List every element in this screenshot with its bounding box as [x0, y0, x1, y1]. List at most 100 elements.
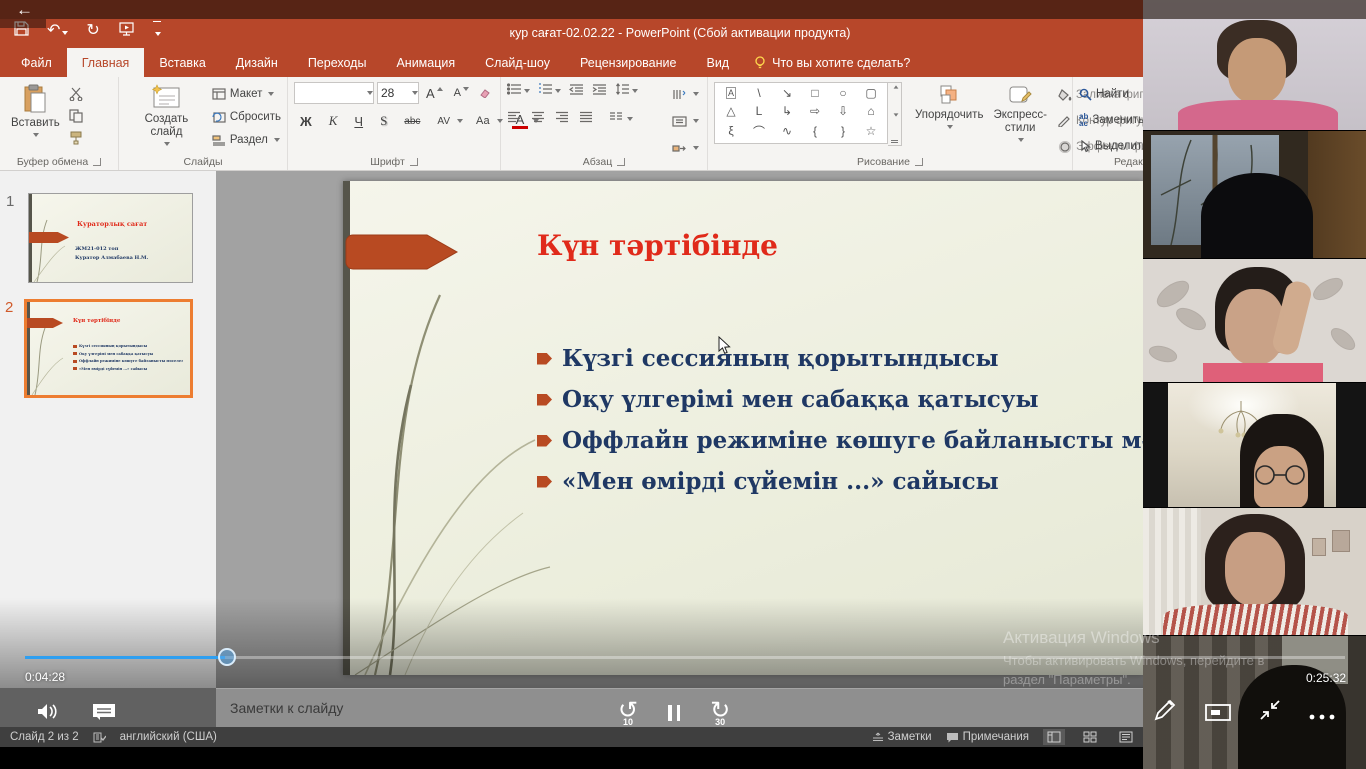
- tab-transitions[interactable]: Переходы: [293, 48, 382, 77]
- align-text-button[interactable]: [672, 110, 699, 132]
- notes-toggle-button[interactable]: Заметки: [872, 731, 932, 743]
- section-button[interactable]: Раздел: [212, 129, 281, 151]
- underline-button[interactable]: Ч: [350, 113, 367, 130]
- bold-button[interactable]: Ж: [296, 113, 316, 130]
- columns-button[interactable]: [609, 110, 623, 128]
- paragraph-dialog-launcher[interactable]: [617, 158, 625, 166]
- undo-button[interactable]: ↶: [47, 21, 68, 41]
- participant-video-2[interactable]: [1143, 130, 1366, 259]
- reset-button[interactable]: Сбросить: [212, 106, 281, 128]
- shapes-gallery[interactable]: A \ ↘ □ ○ ▢ △ L ↳ ⇨ ⇩ ⌂ ξ ⌒ ∿: [714, 82, 888, 144]
- participant-video-3[interactable]: [1143, 258, 1366, 383]
- shape-icon[interactable]: ⇨: [810, 104, 820, 118]
- change-case-button[interactable]: Аа: [472, 114, 494, 128]
- format-painter-button[interactable]: [65, 128, 87, 148]
- font-size-combo[interactable]: [377, 82, 419, 104]
- captions-icon[interactable]: [92, 703, 116, 726]
- quick-styles-button[interactable]: Экспресс-стили: [988, 82, 1052, 158]
- tab-review[interactable]: Рецензирование: [565, 48, 692, 77]
- font-size-input[interactable]: [378, 86, 410, 100]
- text-direction-button[interactable]: [672, 83, 699, 105]
- shape-icon[interactable]: L: [756, 104, 763, 118]
- shape-icon[interactable]: □: [811, 86, 818, 100]
- shape-icon[interactable]: ○: [839, 86, 846, 100]
- shape-icon[interactable]: A: [726, 87, 736, 99]
- layout-button[interactable]: Макет: [212, 83, 281, 105]
- grow-font-button[interactable]: А: [422, 85, 447, 102]
- participant-video-4[interactable]: [1143, 382, 1366, 508]
- new-slide-button[interactable]: Создать слайд: [125, 82, 208, 151]
- shape-icon[interactable]: ▢: [865, 86, 876, 100]
- align-left-button[interactable]: [507, 110, 521, 128]
- tab-animations[interactable]: Анимация: [381, 48, 470, 77]
- shape-icon[interactable]: ↳: [782, 104, 792, 118]
- back-icon[interactable]: ←: [16, 0, 33, 20]
- numbering-button[interactable]: [538, 82, 553, 100]
- spellcheck-icon[interactable]: [93, 731, 106, 743]
- customize-qat-button[interactable]: [153, 21, 161, 41]
- rewind-10-button[interactable]: ↺10: [618, 700, 638, 722]
- italic-button[interactable]: К: [325, 112, 342, 130]
- paste-button[interactable]: Вставить: [6, 82, 65, 148]
- shape-icon[interactable]: ☆: [866, 124, 877, 138]
- shrink-font-button[interactable]: А: [450, 86, 473, 100]
- bullets-button[interactable]: [507, 82, 522, 100]
- find-button[interactable]: Найти: [1079, 83, 1143, 105]
- participant-video-1[interactable]: [1143, 0, 1366, 130]
- redo-button[interactable]: ↻: [86, 21, 99, 41]
- character-spacing-button[interactable]: AV: [433, 115, 454, 128]
- language-indicator[interactable]: английский (США): [120, 731, 217, 743]
- normal-view-button[interactable]: [1043, 729, 1065, 745]
- drawing-dialog-launcher[interactable]: [915, 158, 923, 166]
- align-center-button[interactable]: [531, 110, 545, 128]
- slide1-thumbnail[interactable]: Кураторлық сағат ЖМ21-012 топ Куратор Ал…: [28, 193, 193, 283]
- select-button[interactable]: Выделить: [1079, 135, 1143, 157]
- align-right-button[interactable]: [555, 110, 569, 128]
- reading-view-button[interactable]: [1115, 729, 1137, 745]
- tell-me-box[interactable]: Что вы хотите сделать?: [744, 48, 920, 77]
- shape-icon[interactable]: ∿: [782, 124, 792, 138]
- participant-video-5[interactable]: [1143, 507, 1366, 636]
- shape-icon[interactable]: ⌒: [753, 123, 765, 140]
- decrease-indent-button[interactable]: [569, 82, 584, 100]
- line-spacing-button[interactable]: [615, 82, 630, 100]
- shape-icon[interactable]: \: [757, 86, 760, 100]
- font-dialog-launcher[interactable]: [410, 158, 418, 166]
- shape-icon[interactable]: ⌂: [867, 104, 874, 118]
- slide-sorter-view-button[interactable]: [1079, 729, 1101, 745]
- copy-button[interactable]: [65, 106, 87, 126]
- comments-toggle-button[interactable]: Примечания: [946, 731, 1029, 743]
- shape-icon[interactable]: △: [726, 104, 735, 118]
- current-slide[interactable]: Күн тәртібінде Күзгі сессияның қорытынды…: [343, 181, 1143, 675]
- cut-button[interactable]: [65, 84, 87, 104]
- slide2-thumbnail[interactable]: Күн тәртібінде Күзгі сессияның қорытынды…: [24, 299, 193, 398]
- clear-formatting-button[interactable]: [476, 88, 494, 99]
- replace-button[interactable]: abac Заменить: [1079, 109, 1143, 131]
- tab-view[interactable]: Вид: [691, 48, 744, 77]
- arrange-button[interactable]: Упорядочить: [910, 82, 988, 158]
- clipboard-dialog-launcher[interactable]: [93, 158, 101, 166]
- exit-fullscreen-icon[interactable]: [1259, 699, 1281, 726]
- notes-placeholder[interactable]: Заметки к слайду: [230, 700, 343, 716]
- mini-player-icon[interactable]: [1205, 704, 1231, 726]
- text-shadow-button[interactable]: S: [376, 112, 391, 130]
- forward-30-button[interactable]: ↻30: [710, 700, 730, 722]
- strikethrough-button[interactable]: abc: [400, 115, 424, 128]
- progress-handle[interactable]: [218, 648, 236, 666]
- more-options-icon[interactable]: [1309, 707, 1335, 725]
- shape-icon[interactable]: ⇩: [838, 104, 848, 118]
- tab-slideshow[interactable]: Слайд-шоу: [470, 48, 565, 77]
- tab-insert[interactable]: Вставка: [144, 48, 220, 77]
- pause-button[interactable]: [668, 705, 680, 721]
- justify-button[interactable]: [579, 110, 593, 128]
- increase-indent-button[interactable]: [592, 82, 607, 100]
- shape-icon[interactable]: {: [813, 124, 817, 138]
- tab-home[interactable]: Главная: [67, 48, 145, 77]
- shape-icon[interactable]: ξ: [728, 124, 733, 138]
- font-name-combo[interactable]: [294, 82, 374, 104]
- tab-file[interactable]: Файл: [6, 48, 67, 77]
- start-slideshow-button[interactable]: [118, 21, 135, 41]
- shape-icon[interactable]: }: [841, 124, 845, 138]
- annotate-pencil-icon[interactable]: [1153, 698, 1177, 727]
- speaker-icon[interactable]: [36, 702, 58, 726]
